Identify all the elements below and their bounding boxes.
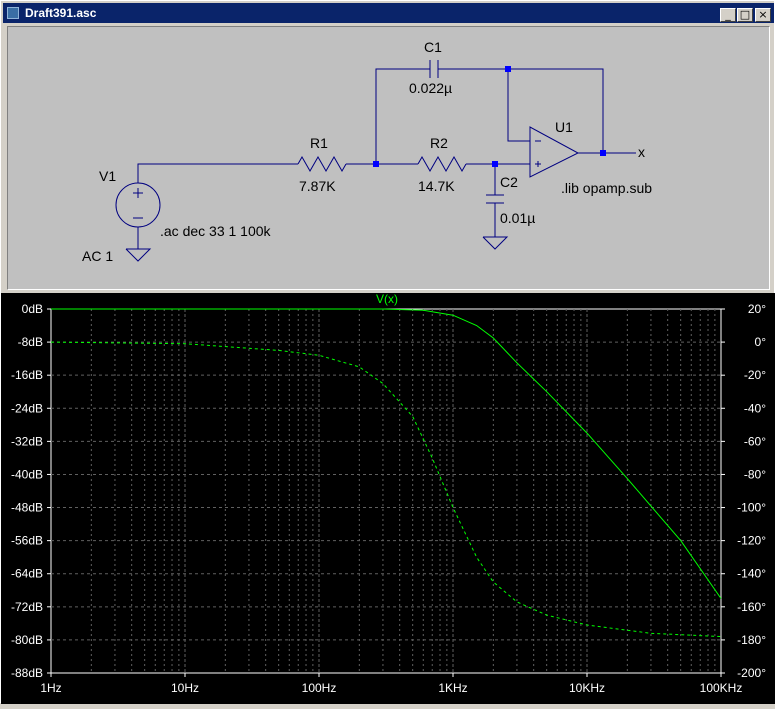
c1-name[interactable]: C1: [424, 39, 442, 55]
y-right-tick-label: -160°: [737, 600, 766, 614]
v1-name[interactable]: V1: [99, 168, 116, 184]
y-left-tick-label: -32dB: [11, 434, 43, 448]
y-left-tick-label: -16dB: [11, 368, 43, 382]
r1-value[interactable]: 7.87K: [299, 178, 336, 194]
y-left-tick-label: -88dB: [11, 666, 43, 680]
trace-label[interactable]: V(x): [376, 292, 398, 306]
junction-dot: [505, 66, 511, 72]
wire[interactable]: [137, 163, 298, 183]
maximize-button[interactable]: □: [737, 8, 753, 22]
y-right-tick-label: -60°: [744, 434, 766, 448]
y-left-tick-label: -72dB: [11, 600, 43, 614]
r1-name[interactable]: R1: [310, 135, 328, 151]
y-right-tick-label: -180°: [737, 633, 766, 647]
resistor-r2[interactable]: [417, 155, 467, 173]
y-left-tick-label: -8dB: [18, 335, 43, 349]
junction-dot: [492, 161, 498, 167]
junction-dot: [600, 150, 606, 156]
close-button[interactable]: ×: [755, 8, 771, 22]
plot-frame: [50, 308, 722, 674]
output-net-label[interactable]: x: [638, 144, 645, 160]
ground-symbol[interactable]: [482, 236, 509, 250]
r2-name[interactable]: R2: [430, 135, 448, 151]
y-left-tick-label: -56dB: [11, 534, 43, 548]
y-right-tick-label: -140°: [737, 567, 766, 581]
schematic-canvas[interactable]: C1 0.022µ U1 R1 7.87K R2 14.7K C2 0.01µ …: [8, 27, 769, 289]
magnitude-trace: [51, 308, 722, 599]
y-right-tick-label: -40°: [744, 401, 766, 415]
x-tick-label: 100KHz: [700, 681, 743, 695]
y-right-tick-label: -200°: [737, 666, 766, 680]
y-right-tick-label: 20°: [748, 302, 766, 316]
y-left-tick-label: 0dB: [22, 302, 43, 316]
waveform-pane[interactable]: 1Hz 10Hz 100Hz 1KHz 10KHz 100KHz 0dB -8dB -16dB -…: [1, 292, 775, 704]
wire[interactable]: [507, 69, 530, 142]
ground-symbol[interactable]: [125, 248, 152, 262]
y-left-tick-label: -80dB: [11, 633, 43, 647]
junction-dot: [373, 161, 379, 167]
x-tick-label: 1KHz: [438, 681, 467, 695]
schematic-pane[interactable]: C1 0.022µ U1 R1 7.87K R2 14.7K C2 0.01µ …: [7, 26, 770, 290]
c1-value[interactable]: 0.022µ: [409, 80, 452, 96]
y-left-tick-label: -64dB: [11, 567, 43, 581]
u1-name[interactable]: U1: [555, 119, 573, 135]
y-right-tick-label: -120°: [737, 534, 766, 548]
phase-trace: [50, 341, 722, 638]
minimize-button[interactable]: _: [720, 8, 736, 22]
y-right-tick-label: -100°: [737, 501, 766, 515]
y-left-tick-label: -24dB: [11, 401, 43, 415]
y-left-tick-label: -48dB: [11, 501, 43, 515]
title-bar[interactable]: Draft391.asc _ □ ×: [3, 3, 774, 23]
lib-directive[interactable]: .lib opamp.sub: [561, 180, 652, 196]
y-left-tick-label: -40dB: [11, 467, 43, 481]
app-icon[interactable]: [7, 7, 19, 19]
application-window: Draft391.asc _ □ × C1 0.022µ U1 R1 7.87K…: [0, 0, 775, 704]
x-tick-label: 1Hz: [40, 681, 61, 695]
y-right-tick-label: 0°: [755, 335, 767, 349]
resistor-r1[interactable]: [297, 155, 347, 173]
v1-value[interactable]: AC 1: [82, 248, 113, 264]
x-tick-label: 100Hz: [302, 681, 337, 695]
x-tick-label: 10KHz: [569, 681, 605, 695]
x-tick-label: 10Hz: [171, 681, 199, 695]
c2-value[interactable]: 0.01µ: [500, 210, 535, 226]
window-title: Draft391.asc: [25, 6, 97, 20]
ac-directive[interactable]: .ac dec 33 1 100k: [160, 223, 272, 239]
y-right-tick-label: -80°: [744, 467, 766, 481]
wire[interactable]: [444, 68, 604, 153]
y-right-tick-label: -20°: [744, 368, 766, 382]
bode-plot[interactable]: 1Hz 10Hz 100Hz 1KHz 10KHz 100KHz 0dB -8dB -16dB -…: [1, 292, 775, 704]
r2-value[interactable]: 14.7K: [418, 178, 455, 194]
c2-name[interactable]: C2: [500, 174, 518, 190]
